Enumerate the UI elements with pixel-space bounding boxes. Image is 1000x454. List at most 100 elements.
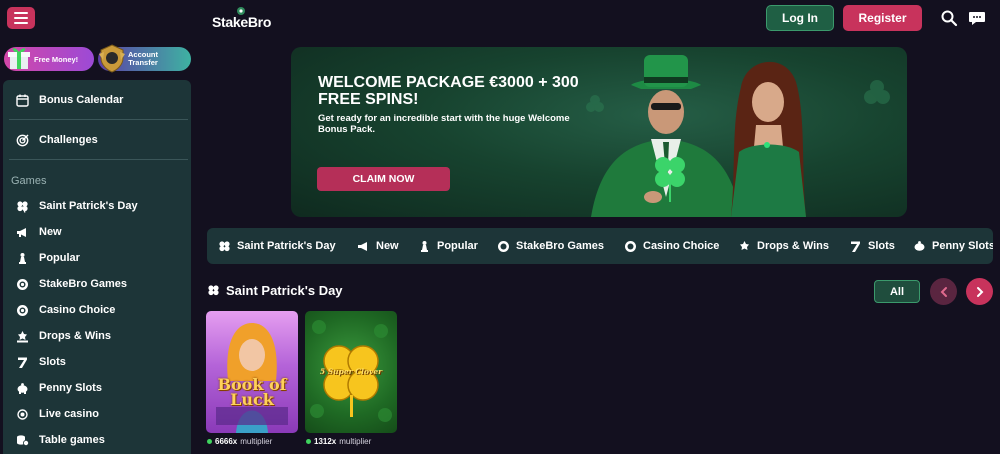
chess-pawn-icon xyxy=(15,251,29,265)
piggy-bank-icon xyxy=(913,240,926,253)
account-transfer-promo[interactable]: Account Transfer xyxy=(98,44,191,73)
target-icon xyxy=(15,133,29,147)
sidebar-item-live-casino[interactable]: Live casino xyxy=(3,402,191,426)
sidebar-item-label: StakeBro Games xyxy=(39,278,128,290)
sidebar-item-casino-choice[interactable]: Casino Choice xyxy=(3,298,191,322)
category-label: Saint Patrick's Day xyxy=(237,240,336,252)
previous-button[interactable] xyxy=(930,278,957,305)
hamburger-line xyxy=(14,12,28,14)
sidebar-item-penny-slots[interactable]: Penny Slots xyxy=(3,376,191,400)
gift-icon xyxy=(8,48,30,69)
section-title: Saint Patrick's Day xyxy=(207,283,343,298)
coins-icon xyxy=(15,433,29,447)
category-label: Casino Choice xyxy=(643,240,720,252)
sidebar-item-challenges[interactable]: Challenges xyxy=(3,128,191,152)
sidebar-item-stakebro-games[interactable]: StakeBro Games xyxy=(3,272,191,296)
category-label: Penny Slots xyxy=(932,240,993,252)
chevron-left-icon xyxy=(940,286,947,297)
chip-icon xyxy=(15,277,29,291)
category-stakebro-games[interactable]: StakeBro Games xyxy=(497,228,604,264)
sidebar-divider xyxy=(9,159,188,160)
search-icon[interactable] xyxy=(940,9,958,27)
drops-wins-icon xyxy=(738,240,751,253)
sidebar-item-popular[interactable]: Popular xyxy=(3,246,191,270)
game-title: Book of Luck xyxy=(217,375,287,409)
sidebar-item-new[interactable]: New xyxy=(3,220,191,244)
seven-icon xyxy=(849,240,862,253)
online-dot xyxy=(207,439,212,444)
game-multiplier: 6666x multiplier xyxy=(207,437,272,446)
calendar-icon xyxy=(15,93,29,107)
banner-title: WELCOME PACKAGE €3000 + 300 FREE SPINS! xyxy=(318,74,579,108)
multiplier-label: multiplier xyxy=(240,437,273,446)
sidebar-item-table-games[interactable]: Table games xyxy=(3,428,191,452)
category-slots[interactable]: Slots xyxy=(849,228,895,264)
category-label: StakeBro Games xyxy=(516,240,605,252)
banner-illustration xyxy=(586,55,890,217)
register-button[interactable]: Register xyxy=(843,5,922,31)
game-artwork xyxy=(216,323,288,433)
seven-icon xyxy=(15,355,29,369)
online-dot xyxy=(306,439,311,444)
section-title-text: Saint Patrick's Day xyxy=(226,283,343,298)
sidebar-item-drops-wins[interactable]: Drops & Wins xyxy=(3,324,191,348)
hamburger-line xyxy=(14,17,28,19)
logo[interactable]: StakeBro xyxy=(212,6,274,32)
sidebar-item-label: Drops & Wins xyxy=(39,330,112,342)
clover-icon xyxy=(208,285,219,296)
game-title: 5 Super Clover xyxy=(319,367,383,376)
sidebar-item-slots[interactable]: Slots xyxy=(3,350,191,374)
sidebar-item-label: Casino Choice xyxy=(39,304,116,316)
sidebar-item-label: Live casino xyxy=(39,408,99,420)
welcome-banner[interactable]: WELCOME PACKAGE €3000 + 300 FREE SPINS! … xyxy=(291,47,907,217)
sidebar-item-label: Bonus Calendar xyxy=(39,94,124,106)
login-button[interactable]: Log In xyxy=(766,5,834,31)
next-button[interactable] xyxy=(966,278,993,305)
game-tile-5-super-clover[interactable]: 5 Super Clover xyxy=(305,311,397,433)
clover-icon xyxy=(15,199,29,213)
category-saint-patricks-day[interactable]: Saint Patrick's Day xyxy=(218,228,336,264)
category-label: Drops & Wins xyxy=(757,240,830,252)
chess-pawn-icon xyxy=(418,240,431,253)
sidebar-divider xyxy=(9,119,188,120)
sidebar-item-label: Popular xyxy=(39,252,80,264)
chip-icon xyxy=(15,303,29,317)
chip-icon xyxy=(624,240,637,253)
sidebar-item-label: New xyxy=(39,226,62,238)
piggy-bank-icon xyxy=(15,381,29,395)
sidebar-item-saint-patricks-day[interactable]: Saint Patrick's Day xyxy=(3,194,191,218)
chevron-right-icon xyxy=(976,286,983,297)
account-transfer-line2: Transfer xyxy=(128,58,158,67)
claim-now-button[interactable]: CLAIM NOW xyxy=(317,167,450,191)
menu-button[interactable] xyxy=(7,7,35,29)
sidebar-item-label: Penny Slots xyxy=(39,382,102,394)
clover-icon xyxy=(218,240,231,253)
game-tile-book-of-luck[interactable]: Book of Luck xyxy=(206,311,298,433)
category-drops-wins[interactable]: Drops & Wins xyxy=(738,228,829,264)
sidebar-item-label: Slots xyxy=(39,356,66,368)
multiplier-label: multiplier xyxy=(339,437,372,446)
logo-text: StakeBro xyxy=(212,14,272,30)
category-casino-choice[interactable]: Casino Choice xyxy=(624,228,719,264)
multiplier-value: 1312x xyxy=(314,437,337,446)
free-money-promo[interactable]: Free Money! xyxy=(4,47,94,71)
all-button[interactable]: All xyxy=(874,280,920,303)
multiplier-value: 6666x xyxy=(215,437,238,446)
category-popular[interactable]: Popular xyxy=(418,228,478,264)
chat-icon[interactable] xyxy=(968,9,986,27)
game-multiplier: 1312x multiplier xyxy=(306,437,371,446)
category-new[interactable]: New xyxy=(357,228,399,264)
account-transfer-label: Account Transfer xyxy=(128,51,158,67)
banner-subtitle: Get ready for an incredible start with t… xyxy=(318,113,570,135)
shield-badge-icon xyxy=(99,44,125,73)
sidebar-item-label: Saint Patrick's Day xyxy=(39,200,138,212)
sidebar-item-bonus-calendar[interactable]: Bonus Calendar xyxy=(3,88,191,112)
category-label: New xyxy=(376,240,399,252)
category-penny-slots[interactable]: Penny Slots xyxy=(913,228,993,264)
free-money-label: Free Money! xyxy=(34,54,79,64)
category-label: Popular xyxy=(437,240,478,252)
sidebar: Bonus Calendar Challenges Games Saint Pa… xyxy=(3,80,191,454)
megaphone-icon xyxy=(357,240,370,253)
category-bar: Saint Patrick's Day New Popular StakeBro… xyxy=(207,228,993,264)
page: StakeBro Log In Register Free Money! Acc… xyxy=(0,0,1000,454)
